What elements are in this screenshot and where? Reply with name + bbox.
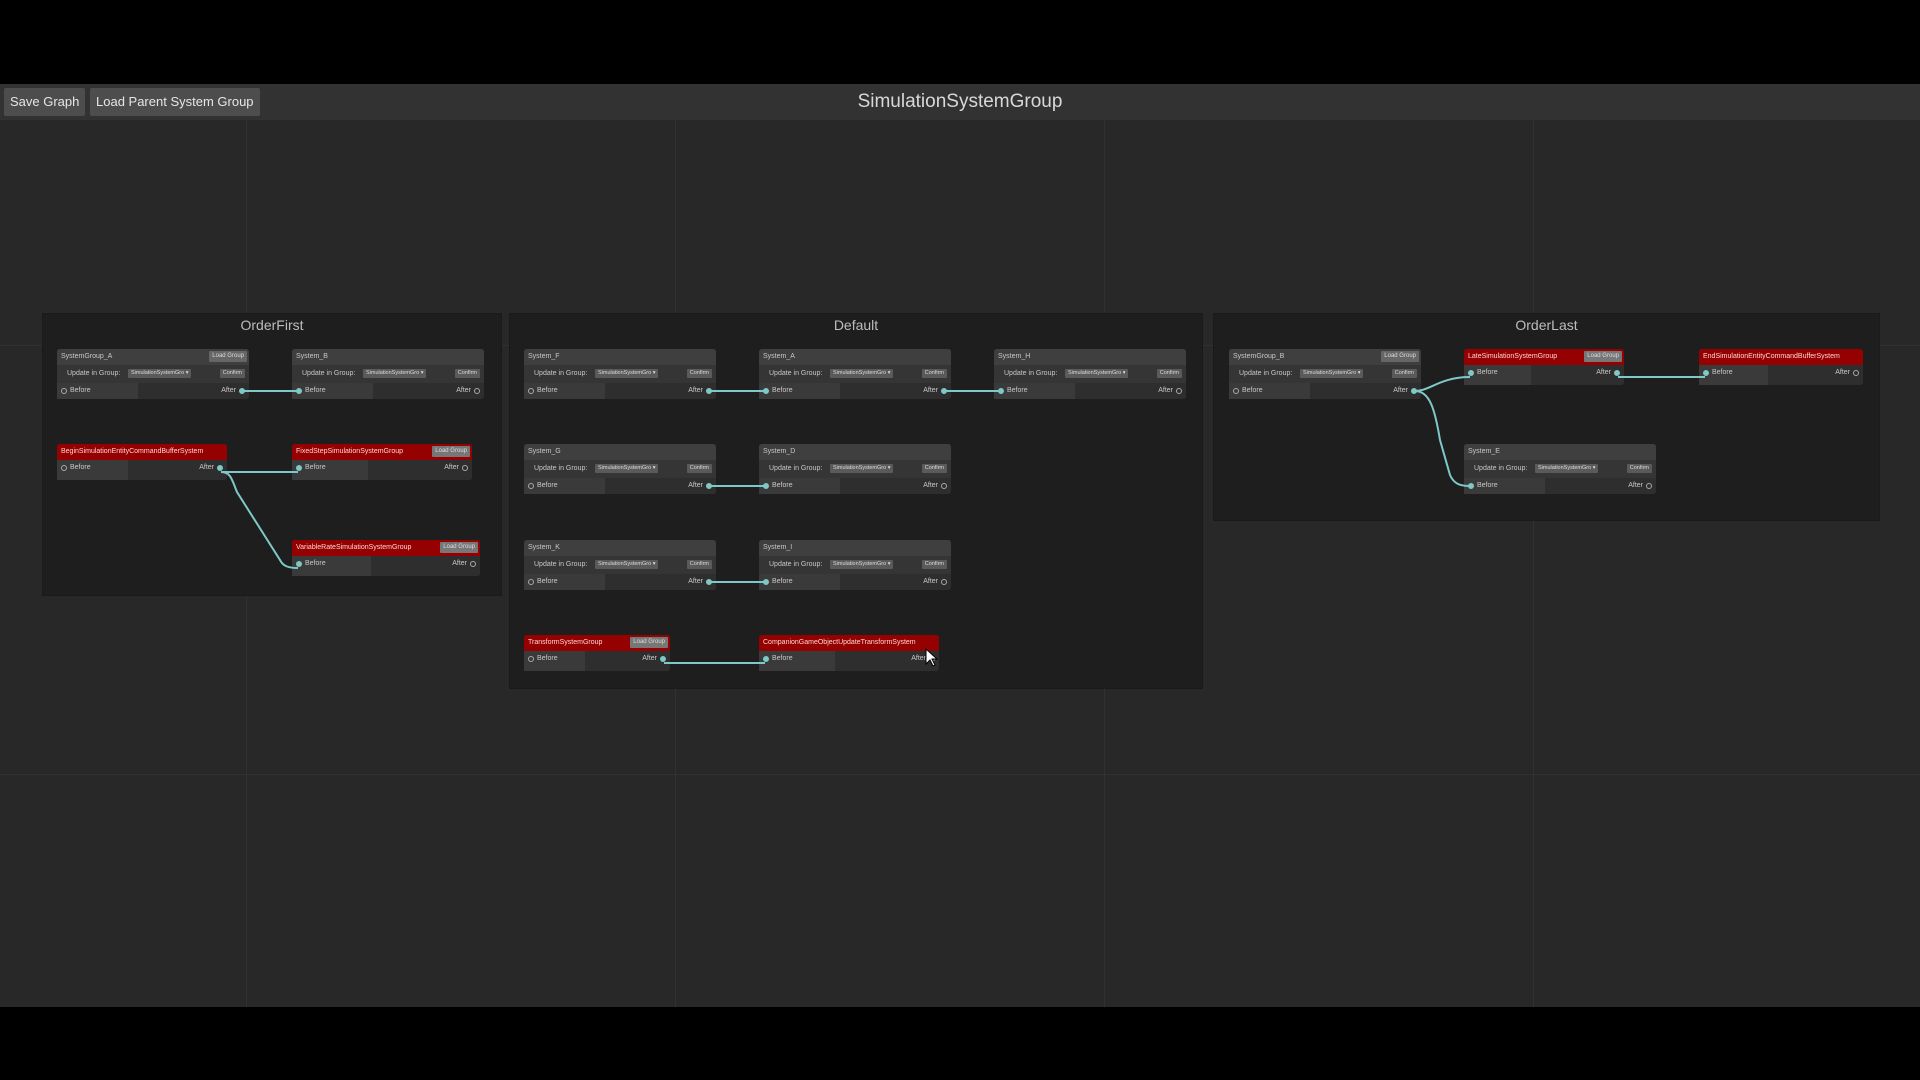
load-parent-group-button[interactable]: Load Parent System Group [90, 88, 260, 116]
edge-systemgroup-b-to-late-sim [1414, 376, 1471, 392]
mouse-cursor-icon [925, 648, 939, 667]
edge-systemgroup-b-to-system-e [1414, 390, 1471, 487]
save-graph-button[interactable]: Save Graph [4, 88, 86, 116]
graph-edges [220, 376, 1705, 664]
edge-begin-ecb-to-variable-rate [220, 471, 299, 569]
graph-toolbar: SimulationSystemGroup Save Graph Load Pa… [0, 84, 1920, 120]
graph-canvas[interactable]: OrderFirst SystemGroup_A Load Group Updat… [0, 120, 1920, 1007]
graph-title: SimulationSystemGroup [857, 91, 1063, 112]
